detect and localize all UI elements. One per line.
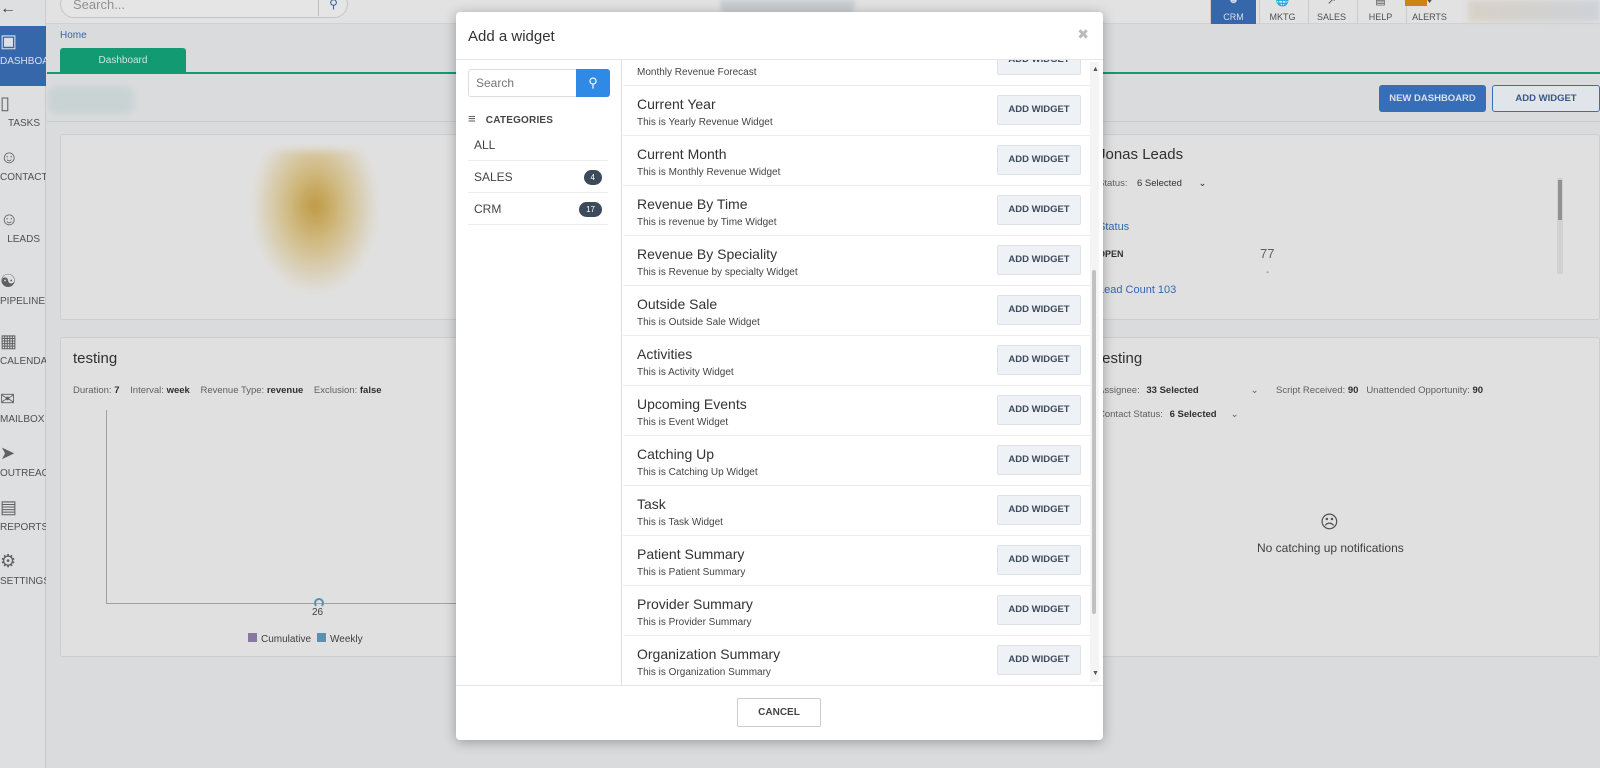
widget-row: Outside Sale This is Outside Sale Widget A… [623, 286, 1090, 336]
widget-row: Upcoming Events This is Event Widget ADD W… [623, 386, 1090, 436]
widget-description: Monthly Revenue Forecast [637, 67, 757, 78]
widget-description: This is Yearly Revenue Widget [637, 117, 773, 128]
widget-row: Activities This is Activity Widget ADD WID… [623, 336, 1090, 386]
add-widget-button[interactable]: ADD WIDGET [997, 445, 1081, 475]
cancel-button[interactable]: CANCEL [737, 698, 821, 727]
widget-title: Task [637, 496, 666, 512]
widget-row: Catching Up This is Catching Up Widget ADD… [623, 436, 1090, 486]
widget-description: This is revenue by Time Widget [637, 217, 777, 228]
widget-description: This is Provider Summary [637, 617, 752, 628]
widget-title: Current Year [637, 96, 716, 112]
search-icon: ⚲ [588, 75, 598, 90]
widget-row: Current Year This is Yearly Revenue Widge… [623, 86, 1090, 136]
widget-description: This is Revenue by specialty Widget [637, 267, 798, 278]
widget-row: Revenue By Speciality This is Revenue by … [623, 236, 1090, 286]
widget-row: Monthly Revenue Forecast ADD WIDGET [623, 60, 1090, 86]
widget-title: Patient Summary [637, 546, 745, 562]
add-widget-button[interactable]: ADD WIDGET [997, 495, 1081, 525]
count-badge: 4 [583, 170, 602, 185]
widget-description: This is Monthly Revenue Widget [637, 167, 781, 178]
add-widget-button[interactable]: ADD WIDGET [997, 395, 1081, 425]
widget-row: Patient Summary This is Patient Summary AD… [623, 536, 1090, 586]
widget-list: Monthly Revenue Forecast ADD WIDGET Curr… [623, 60, 1090, 685]
category-label: SALES [474, 170, 513, 184]
list-icon: ≡ [468, 111, 476, 126]
widget-description: This is Organization Summary [637, 667, 771, 678]
widget-description: This is Event Widget [637, 417, 729, 428]
search-button[interactable]: ⚲ [576, 69, 610, 97]
widget-row: Provider Summary This is Provider Summary… [623, 586, 1090, 636]
widget-row: Task This is Task Widget ADD WIDGET [623, 486, 1090, 536]
widget-description: This is Outside Sale Widget [637, 317, 760, 328]
category-crm[interactable]: CRM 17 [468, 194, 608, 225]
categories-header: ≡ CATEGORIES [468, 111, 553, 126]
category-all[interactable]: ALL [468, 130, 608, 161]
widget-search-input[interactable] [468, 69, 576, 97]
add-widget-button[interactable]: ADD WIDGET [997, 95, 1081, 125]
category-label: CRM [474, 202, 502, 216]
add-widget-modal: Add a widget ✖ ⚲ ≡ CATEGORIES ALL SALES 4 CR… [456, 12, 1103, 740]
add-widget-button[interactable]: ADD WIDGET [997, 645, 1081, 675]
widget-title: Outside Sale [637, 296, 718, 312]
widget-description: This is Patient Summary [637, 567, 746, 578]
widget-title: Organization Summary [637, 646, 781, 662]
categories-label: CATEGORIES [485, 115, 554, 126]
scroll-up-arrow[interactable]: ▲ [1092, 66, 1099, 73]
widget-description: This is Activity Widget [637, 367, 734, 378]
add-widget-button[interactable]: ADD WIDGET [997, 60, 1081, 75]
add-widget-button[interactable]: ADD WIDGET [997, 345, 1081, 375]
add-widget-button[interactable]: ADD WIDGET [997, 145, 1081, 175]
category-panel: ⚲ ≡ CATEGORIES ALL SALES 4 CRM 17 [456, 60, 622, 685]
modal-title: Add a widget [468, 28, 555, 45]
add-widget-button[interactable]: ADD WIDGET [997, 295, 1081, 325]
widget-title: Revenue By Speciality [637, 246, 778, 262]
divider [456, 685, 1103, 686]
widget-title: Catching Up [637, 446, 715, 462]
add-widget-button[interactable]: ADD WIDGET [997, 245, 1081, 275]
widget-title: Upcoming Events [637, 396, 747, 412]
scroll-thumb[interactable] [1092, 270, 1096, 614]
count-badge: 17 [579, 202, 602, 217]
widget-row: Current Month This is Monthly Revenue Wid… [623, 136, 1090, 186]
add-widget-button[interactable]: ADD WIDGET [997, 195, 1081, 225]
close-icon[interactable]: ✖ [1077, 26, 1089, 43]
widget-title: Provider Summary [637, 596, 753, 612]
category-sales[interactable]: SALES 4 [468, 162, 608, 193]
add-widget-button[interactable]: ADD WIDGET [997, 595, 1081, 625]
scroll-down-arrow[interactable]: ▼ [1092, 670, 1099, 677]
widget-row: Revenue By Time This is revenue by Time W… [623, 186, 1090, 236]
widget-title: Activities [637, 346, 693, 362]
category-label: ALL [474, 138, 496, 152]
widget-description: This is Catching Up Widget [637, 467, 758, 478]
widget-title: Current Month [637, 146, 727, 162]
widget-title: Revenue By Time [637, 196, 748, 212]
add-widget-button[interactable]: ADD WIDGET [997, 545, 1081, 575]
widget-description: This is Task Widget [637, 517, 723, 528]
widget-row: Organization Summary This is Organization… [623, 636, 1090, 685]
